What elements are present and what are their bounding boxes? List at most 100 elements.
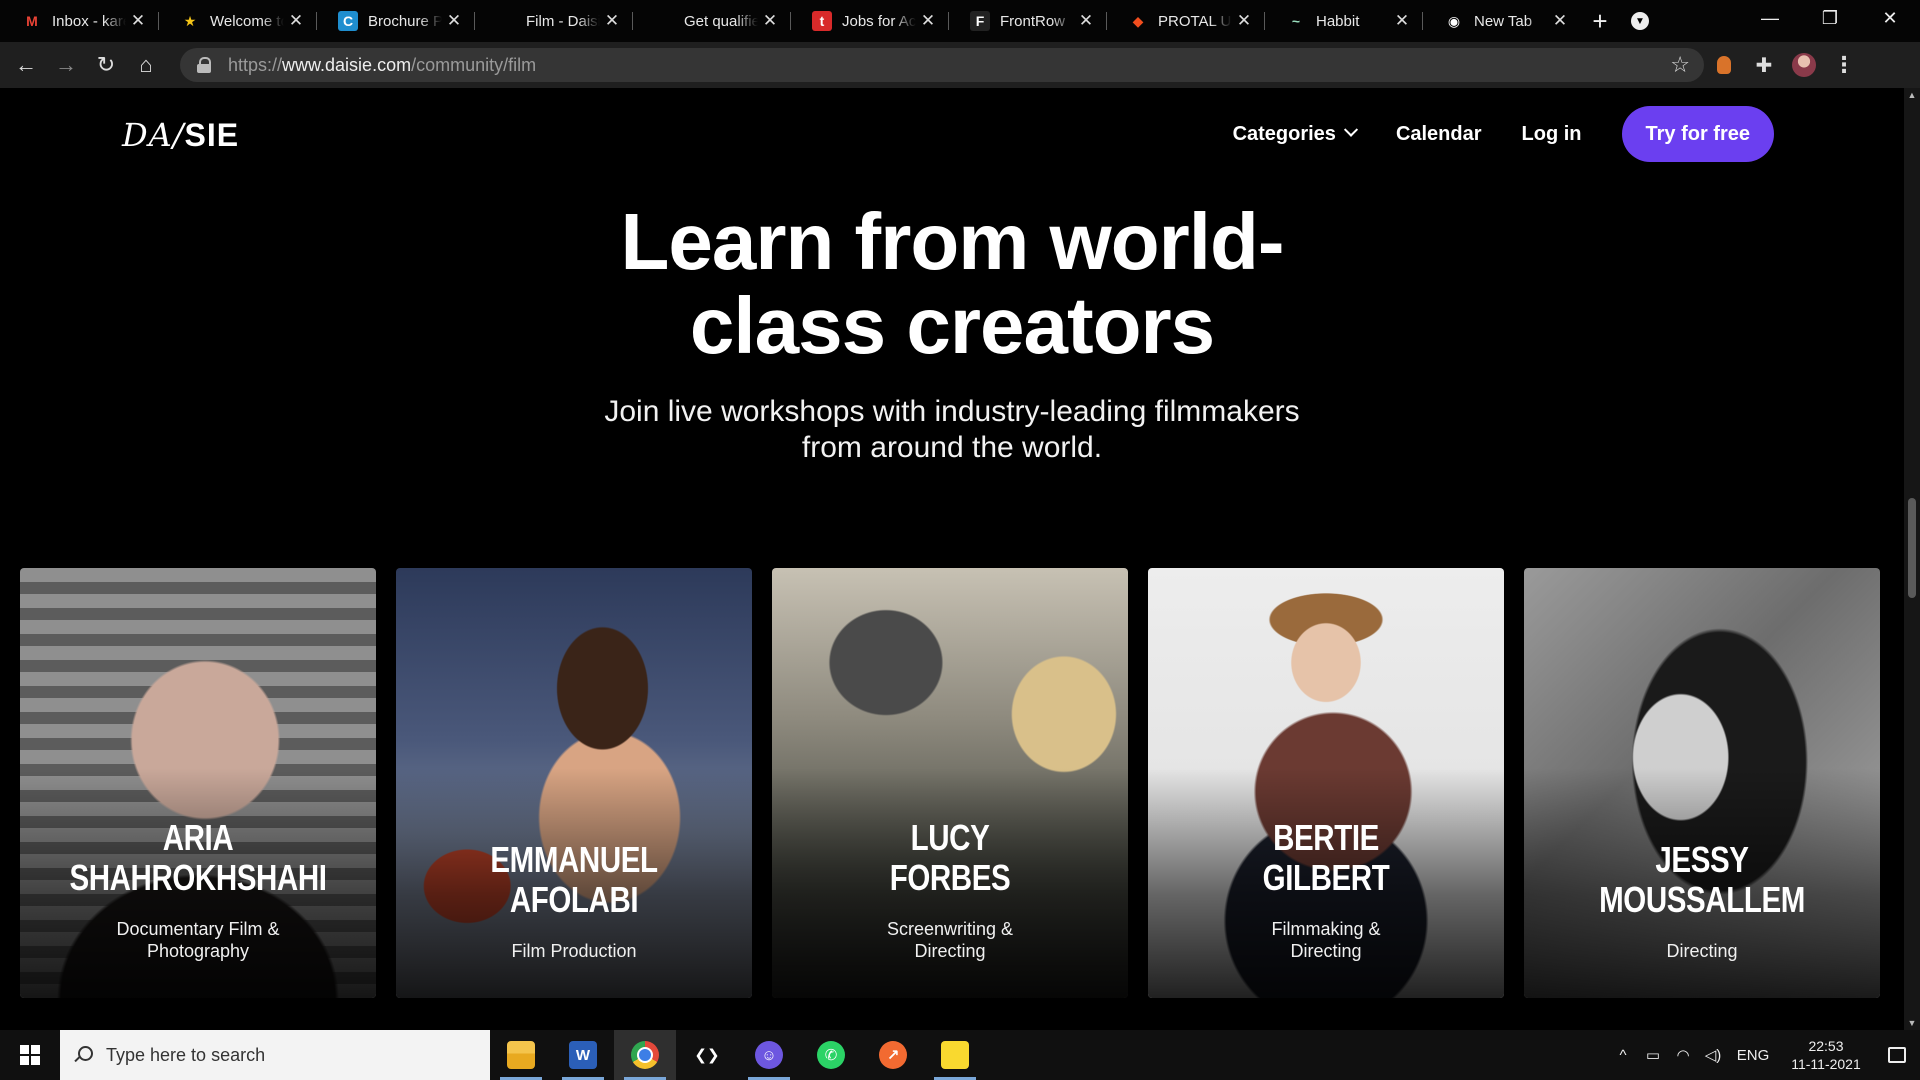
browser-tab[interactable]: Get qualified✕ [632, 0, 790, 42]
close-tab-icon[interactable]: ✕ [758, 11, 782, 31]
browser-tab[interactable]: M Inbox - karen✕ [0, 0, 158, 42]
hero-title-line: class creators [689, 281, 1215, 370]
close-tab-icon[interactable]: ✕ [1548, 11, 1572, 31]
close-tab-icon[interactable]: ✕ [1232, 11, 1256, 31]
categories-dropdown[interactable]: Categories [1233, 123, 1359, 146]
creator-card[interactable]: EMMANUEL AFOLABI Film Production [396, 568, 752, 998]
address-bar[interactable]: https://www.daisie.com/community/film ☆ [180, 48, 1704, 82]
bookmark-star-icon[interactable]: ☆ [1670, 52, 1690, 78]
system-tray: ^ ▭ ◠ ◁) ENG 22:53 11-11-2021 [1608, 1030, 1920, 1080]
wifi-icon[interactable]: ◠ [1668, 1046, 1698, 1064]
sticky-notes-app[interactable] [924, 1030, 986, 1080]
url-host: www.daisie.com [282, 54, 412, 75]
file-explorer-icon [507, 1041, 535, 1069]
battery-icon[interactable]: ▭ [1638, 1046, 1668, 1064]
chrome-app[interactable] [614, 1030, 676, 1080]
hero-title: Learn from world- class creators [0, 200, 1904, 368]
try-for-free-button[interactable]: Try for free [1621, 106, 1774, 162]
arrow-right-icon: → [55, 52, 77, 77]
volume-icon[interactable]: ◁) [1698, 1046, 1728, 1064]
discord-icon: ☺ [755, 1041, 783, 1069]
language-indicator[interactable]: ENG [1728, 1047, 1778, 1064]
creator-first-name: EMMANUEL [490, 839, 658, 880]
word-app[interactable]: W [552, 1030, 614, 1080]
whatsapp-app[interactable]: ✆ [800, 1030, 862, 1080]
postman-app[interactable]: ↗ [862, 1030, 924, 1080]
back-button[interactable]: ← [6, 42, 46, 88]
browser-tab[interactable]: t Jobs for Act ✕ [790, 0, 948, 42]
scrollbar-thumb[interactable] [1908, 498, 1916, 598]
browser-tab[interactable]: Film - Daisie✕ [474, 0, 632, 42]
discord-app[interactable]: ☺ [738, 1030, 800, 1080]
avatar [1792, 53, 1816, 77]
browser-tab[interactable]: ◆ PROTAL UI/✕ [1106, 0, 1264, 42]
creator-last-name: GILBERT [1262, 857, 1390, 898]
whatsapp-icon: ✆ [817, 1041, 845, 1069]
reload-button[interactable]: ↻ [86, 42, 126, 88]
notification-center-button[interactable] [1874, 1030, 1920, 1080]
creator-role: Film Production [396, 940, 752, 962]
creator-name: EMMANUEL AFOLABI [428, 840, 720, 920]
creator-role-line: Directing [914, 941, 986, 961]
new-tab-button[interactable]: + [1580, 6, 1620, 37]
start-button[interactable] [0, 1030, 60, 1080]
creator-name: ARIA SHAHROKHSHAHI [52, 818, 344, 898]
close-tab-icon[interactable]: ✕ [1074, 11, 1098, 31]
profile-button[interactable] [1784, 42, 1824, 88]
chrome-icon: ◉ [1447, 12, 1461, 29]
clock-date: 11-11-2021 [1791, 1056, 1861, 1072]
browser-tab[interactable]: C Brochure PP✕ [316, 0, 474, 42]
close-tab-icon[interactable]: ✕ [442, 11, 466, 31]
login-link[interactable]: Log in [1522, 123, 1582, 146]
extensions-menu-button[interactable]: ✚ [1744, 42, 1784, 88]
browser-menu-button[interactable]: ⋮ [1824, 42, 1864, 88]
creator-name: BERTIE GILBERT [1180, 818, 1472, 898]
close-tab-icon[interactable]: ✕ [284, 11, 308, 31]
creator-first-name: BERTIE [1273, 817, 1379, 858]
home-icon: ⌂ [139, 52, 153, 77]
creator-card[interactable]: ARIA SHAHROKHSHAHI Documentary Film & Phot… [20, 568, 376, 998]
forward-button[interactable]: → [46, 42, 86, 88]
tab-title: New Tab [1474, 12, 1533, 30]
minimize-button[interactable]: — [1740, 0, 1800, 36]
vscode-app[interactable]: ❮❯ [676, 1030, 738, 1080]
creator-role: Filmmaking & Directing [1148, 918, 1504, 962]
calendar-link[interactable]: Calendar [1396, 123, 1482, 146]
taskbar-search[interactable]: Type here to search [60, 1030, 490, 1080]
browser-tab[interactable]: F FrontRow ✕ [948, 0, 1106, 42]
browser-tab[interactable]: ~ Habbit ✕ [1264, 0, 1422, 42]
tab-search-button[interactable]: ▼ [1620, 12, 1660, 30]
creator-role-line: Directing [1290, 941, 1362, 961]
scroll-up-icon[interactable]: ▲ [1904, 90, 1920, 100]
creator-card[interactable]: BERTIE GILBERT Filmmaking & Directing [1148, 568, 1504, 998]
kebab-menu-icon: ⋮ [1833, 52, 1855, 77]
browser-toolbar: ← → ↻ ⌂ https://www.daisie.com/community… [0, 42, 1920, 88]
reload-icon: ↻ [96, 52, 116, 77]
show-hidden-icons-icon[interactable]: ^ [1608, 1047, 1638, 1064]
home-button[interactable]: ⌂ [126, 42, 166, 88]
extension-button[interactable] [1704, 42, 1744, 88]
close-window-button[interactable]: ✕ [1860, 0, 1920, 36]
pinned-apps: W ❮❯ ☺ ✆ ↗ [490, 1030, 986, 1080]
hero-subtitle-line: from around the world. [801, 431, 1103, 464]
close-tab-icon[interactable]: ✕ [916, 11, 940, 31]
page-scrollbar[interactable]: ▲ ▼ [1904, 88, 1920, 1030]
clock[interactable]: 22:53 11-11-2021 [1778, 1037, 1874, 1073]
daisie-logo[interactable]: DA/SIE [122, 116, 239, 154]
close-tab-icon[interactable]: ✕ [1390, 11, 1414, 31]
browser-tab[interactable]: ◉ New Tab ✕ [1422, 0, 1580, 42]
clock-time: 22:53 [1808, 1038, 1844, 1054]
close-tab-icon[interactable]: ✕ [600, 11, 624, 31]
restore-button[interactable]: ❐ [1800, 0, 1860, 36]
sticky-notes-icon [941, 1041, 969, 1069]
scroll-down-icon[interactable]: ▼ [1904, 1018, 1920, 1028]
browser-tab[interactable]: ★ Welcome to ✕ [158, 0, 316, 42]
hero-title-line: Learn from world- [620, 197, 1284, 286]
creator-card[interactable]: LUCY FORBES Screenwriting & Directing [772, 568, 1128, 998]
file-explorer-app[interactable] [490, 1030, 552, 1080]
extension-icon [1717, 56, 1731, 74]
creator-first-name: ARIA [162, 817, 234, 858]
creator-card[interactable]: JESSY MOUSSALLEM Directing [1524, 568, 1880, 998]
window-controls: — ❐ ✕ [1740, 0, 1920, 36]
close-tab-icon[interactable]: ✕ [126, 11, 150, 31]
